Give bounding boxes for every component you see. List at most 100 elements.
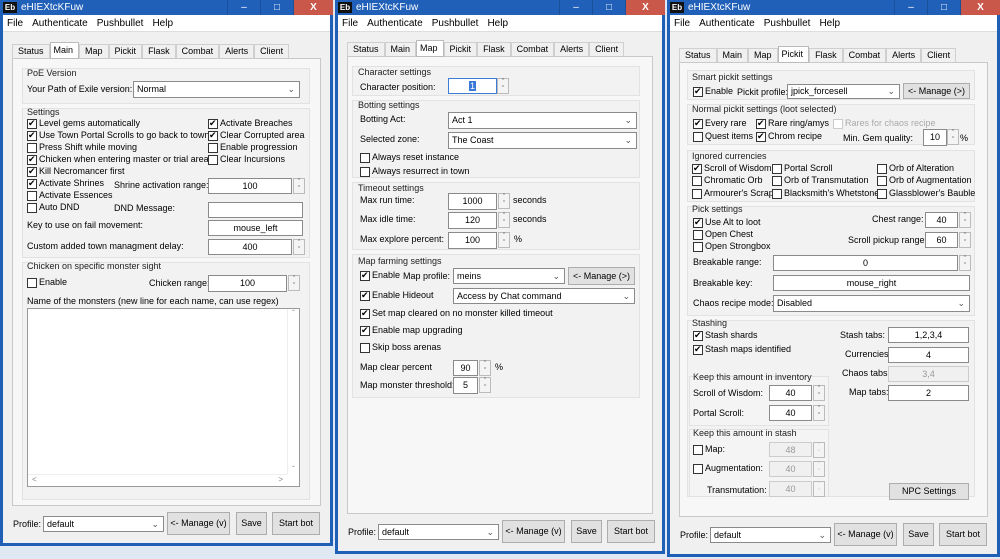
checkbox-box[interactable] [692, 188, 702, 199]
tab-flask[interactable]: Flask [809, 48, 843, 62]
menu-authenticate[interactable]: Authenticate [699, 18, 755, 29]
pickit-profile-select[interactable]: jpick_forcesell ⌄ [787, 84, 900, 99]
shrine-range-spinner[interactable]: ˆˇ [293, 178, 305, 194]
checkbox-kill-necromancer[interactable]: Kill Necromancer first [27, 166, 125, 177]
checkbox-box[interactable] [693, 118, 703, 129]
tab-status[interactable]: Status [12, 44, 50, 58]
checkbox-portal-scroll[interactable]: Portal Scroll [772, 163, 833, 174]
checkbox-box[interactable] [27, 118, 37, 129]
tab-pickit[interactable]: Pickit [443, 42, 478, 56]
checkbox-box[interactable] [772, 175, 782, 186]
checkbox-box[interactable] [772, 188, 782, 199]
checkbox-clear-corrupted[interactable]: Clear Corrupted area [208, 130, 305, 141]
tab-flask[interactable]: Flask [142, 44, 176, 58]
checkbox-box[interactable] [693, 131, 703, 142]
checkbox-box[interactable] [693, 86, 703, 97]
checkbox-box[interactable] [756, 131, 766, 142]
character-position-input[interactable]: 1 [448, 78, 497, 94]
horizontal-scrollbar[interactable]: < > [28, 474, 287, 486]
tab-main[interactable]: Main [716, 48, 749, 62]
checkbox-box[interactable] [208, 142, 218, 153]
tab-map[interactable]: Map [748, 48, 778, 62]
checkbox-box[interactable] [360, 152, 370, 163]
checkbox-smart-enable[interactable]: Enable [693, 86, 733, 97]
scroll-left-icon[interactable]: < [32, 475, 37, 484]
checkbox-box[interactable] [27, 190, 37, 201]
maximize-button[interactable]: □ [260, 0, 293, 15]
checkbox-every-rare[interactable]: Every rare [693, 118, 747, 129]
character-position-spinner[interactable]: ˆˇ [497, 78, 509, 94]
max-run-spinner[interactable]: ˆˇ [498, 193, 510, 209]
max-idle-spinner[interactable]: ˆˇ [498, 212, 510, 228]
checkbox-chromatic-orb[interactable]: Chromatic Orb [692, 175, 763, 186]
max-run-input[interactable]: 1000 [448, 193, 497, 210]
tab-map[interactable]: Map [79, 44, 109, 58]
checkbox-keep-map[interactable]: Map: [693, 444, 725, 455]
checkbox-box[interactable] [693, 330, 703, 341]
checkbox-stash-maps[interactable]: Stash maps identified [693, 344, 791, 355]
vertical-scrollbar[interactable]: ˆˇ [287, 309, 299, 474]
start-bot-button[interactable]: Start bot [939, 523, 987, 546]
save-button[interactable]: Save [236, 512, 267, 535]
npc-settings-button[interactable]: NPC Settings [889, 483, 969, 500]
checkbox-box[interactable] [772, 163, 782, 174]
tab-alerts[interactable]: Alerts [219, 44, 255, 58]
start-bot-button[interactable]: Start bot [272, 512, 320, 535]
checkbox-map-upgrading[interactable]: Enable map upgrading [360, 325, 463, 336]
scroll-pickup-input[interactable]: 60 [925, 232, 958, 248]
checkbox-clear-incursions[interactable]: Clear Incursions [208, 154, 285, 165]
menu-help[interactable]: Help [487, 18, 508, 29]
max-explore-spinner[interactable]: ˆˇ [498, 232, 510, 248]
menu-pushbullet[interactable]: Pushbullet [764, 18, 811, 29]
chicken-range-input[interactable]: 100 [208, 275, 287, 292]
checkbox-resurrect-town[interactable]: Always resurrect in town [360, 166, 470, 177]
checkbox-box[interactable] [360, 342, 370, 353]
max-idle-input[interactable]: 120 [448, 212, 497, 229]
scroll-down-icon[interactable]: ˇ [288, 465, 299, 474]
breakable-range-input[interactable]: 0 [773, 255, 958, 271]
start-bot-button[interactable]: Start bot [607, 520, 655, 543]
checkbox-box[interactable] [877, 188, 887, 199]
checkbox-keep-augmentation[interactable]: Augmentation: [693, 463, 763, 474]
map-clear-spinner[interactable]: ˆˇ [479, 360, 491, 376]
checkbox-skip-boss[interactable]: Skip boss arenas [360, 342, 441, 353]
dnd-message-input[interactable] [208, 202, 303, 218]
shrine-range-input[interactable]: 100 [208, 178, 292, 194]
checkbox-box[interactable] [692, 175, 702, 186]
checkbox-town-portal[interactable]: Use Town Portal Scrolls to go back to to… [27, 130, 209, 141]
checkbox-quest-items[interactable]: Quest items [693, 131, 753, 142]
profile-select[interactable]: default ⌄ [378, 524, 499, 540]
checkbox-box[interactable] [756, 118, 766, 129]
scroll-pickup-spinner[interactable]: ˆˇ [959, 232, 971, 248]
menu-file[interactable]: File [674, 18, 690, 29]
tab-combat[interactable]: Combat [510, 42, 555, 56]
breakable-range-spinner[interactable]: ˆˇ [959, 255, 971, 271]
checkbox-box[interactable] [693, 344, 703, 355]
checkbox-auto-dnd[interactable]: Auto DND [27, 202, 80, 213]
checkbox-orb-of-augmentation[interactable]: Orb of Augmentation [877, 175, 972, 186]
tab-combat[interactable]: Combat [175, 44, 220, 58]
wisdom-input[interactable]: 40 [769, 385, 812, 401]
checkbox-box[interactable] [27, 202, 37, 213]
checkbox-orb-of-transmutation[interactable]: Orb of Transmutation [772, 175, 869, 186]
chest-range-spinner[interactable]: ˆˇ [959, 212, 971, 228]
checkbox-blacksmiths-whetstone[interactable]: Blacksmith's Whetstone [772, 188, 879, 199]
tab-client[interactable]: Client [921, 48, 957, 62]
checkbox-box[interactable] [208, 130, 218, 141]
checkbox-box[interactable] [27, 130, 37, 141]
checkbox-box[interactable] [360, 325, 370, 336]
monster-threshold-spinner[interactable]: ˆˇ [479, 377, 491, 393]
manage-map-profile-button[interactable]: <- Manage (>) [568, 267, 635, 285]
minimize-button[interactable]: ‒ [559, 0, 592, 15]
scroll-right-icon[interactable]: > [278, 475, 283, 484]
map-profile-select[interactable]: meins ⌄ [453, 268, 565, 284]
menu-authenticate[interactable]: Authenticate [367, 18, 423, 29]
checkbox-level-gems[interactable]: Level gems automatically [27, 118, 140, 129]
minimize-button[interactable]: ‒ [894, 0, 927, 15]
breakable-key-input[interactable]: mouse_right [773, 275, 970, 291]
menu-help[interactable]: Help [152, 18, 173, 29]
checkbox-box[interactable] [27, 277, 37, 288]
menu-pushbullet[interactable]: Pushbullet [432, 18, 479, 29]
scroll-up-icon[interactable]: ˆ [288, 309, 299, 318]
checkbox-open-strongbox[interactable]: Open Strongbox [693, 241, 771, 252]
